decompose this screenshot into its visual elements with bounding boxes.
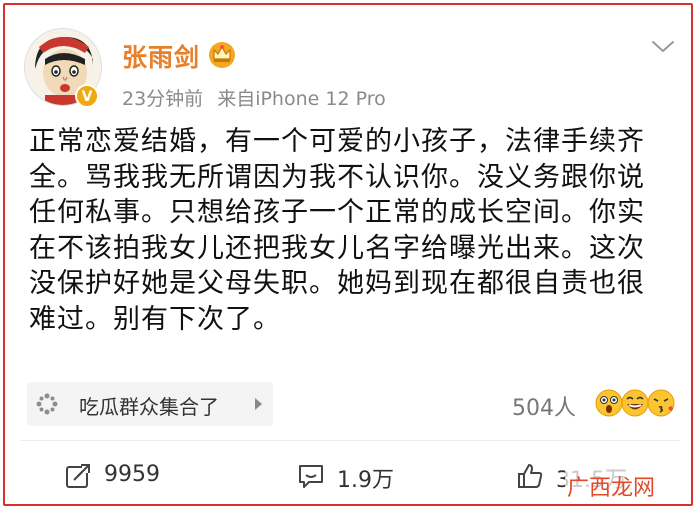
repost-button[interactable]: 9959 [64, 460, 204, 492]
action-divider [20, 440, 680, 441]
repost-icon [66, 464, 91, 488]
chevron-down-icon[interactable] [650, 38, 676, 56]
topic-label: 吃瓜群众集合了 [79, 395, 219, 419]
thumbs-up-icon [518, 464, 543, 488]
comment-icon [299, 465, 323, 488]
verified-badge: V [75, 84, 99, 108]
post-time: 23分钟前 [122, 88, 204, 110]
kissing-emoji-icon [647, 389, 675, 417]
chevron-right-icon [255, 398, 262, 410]
post-content: 正常恋爱结婚，有一个可爱的小孩子，法律手续齐全。骂我我无所谓因为我不认识你。没义… [29, 126, 645, 335]
comment-button[interactable]: 1.9万 [297, 460, 437, 493]
topic-sparkle-icon [36, 393, 58, 415]
topic-chip[interactable]: 吃瓜群众集合了 [27, 382, 273, 426]
comment-count: 1.9万 [337, 468, 394, 493]
crown-icon [209, 42, 235, 68]
reaction-count[interactable]: 504人 [512, 390, 576, 422]
watermark: 广西龙网 [565, 470, 658, 502]
post-source[interactable]: 来自iPhone 12 Pro [217, 88, 386, 110]
repost-count: 9959 [104, 462, 160, 487]
post-meta: 23分钟前 来自iPhone 12 Pro [122, 84, 400, 111]
username[interactable]: 张雨剑 [122, 38, 200, 74]
